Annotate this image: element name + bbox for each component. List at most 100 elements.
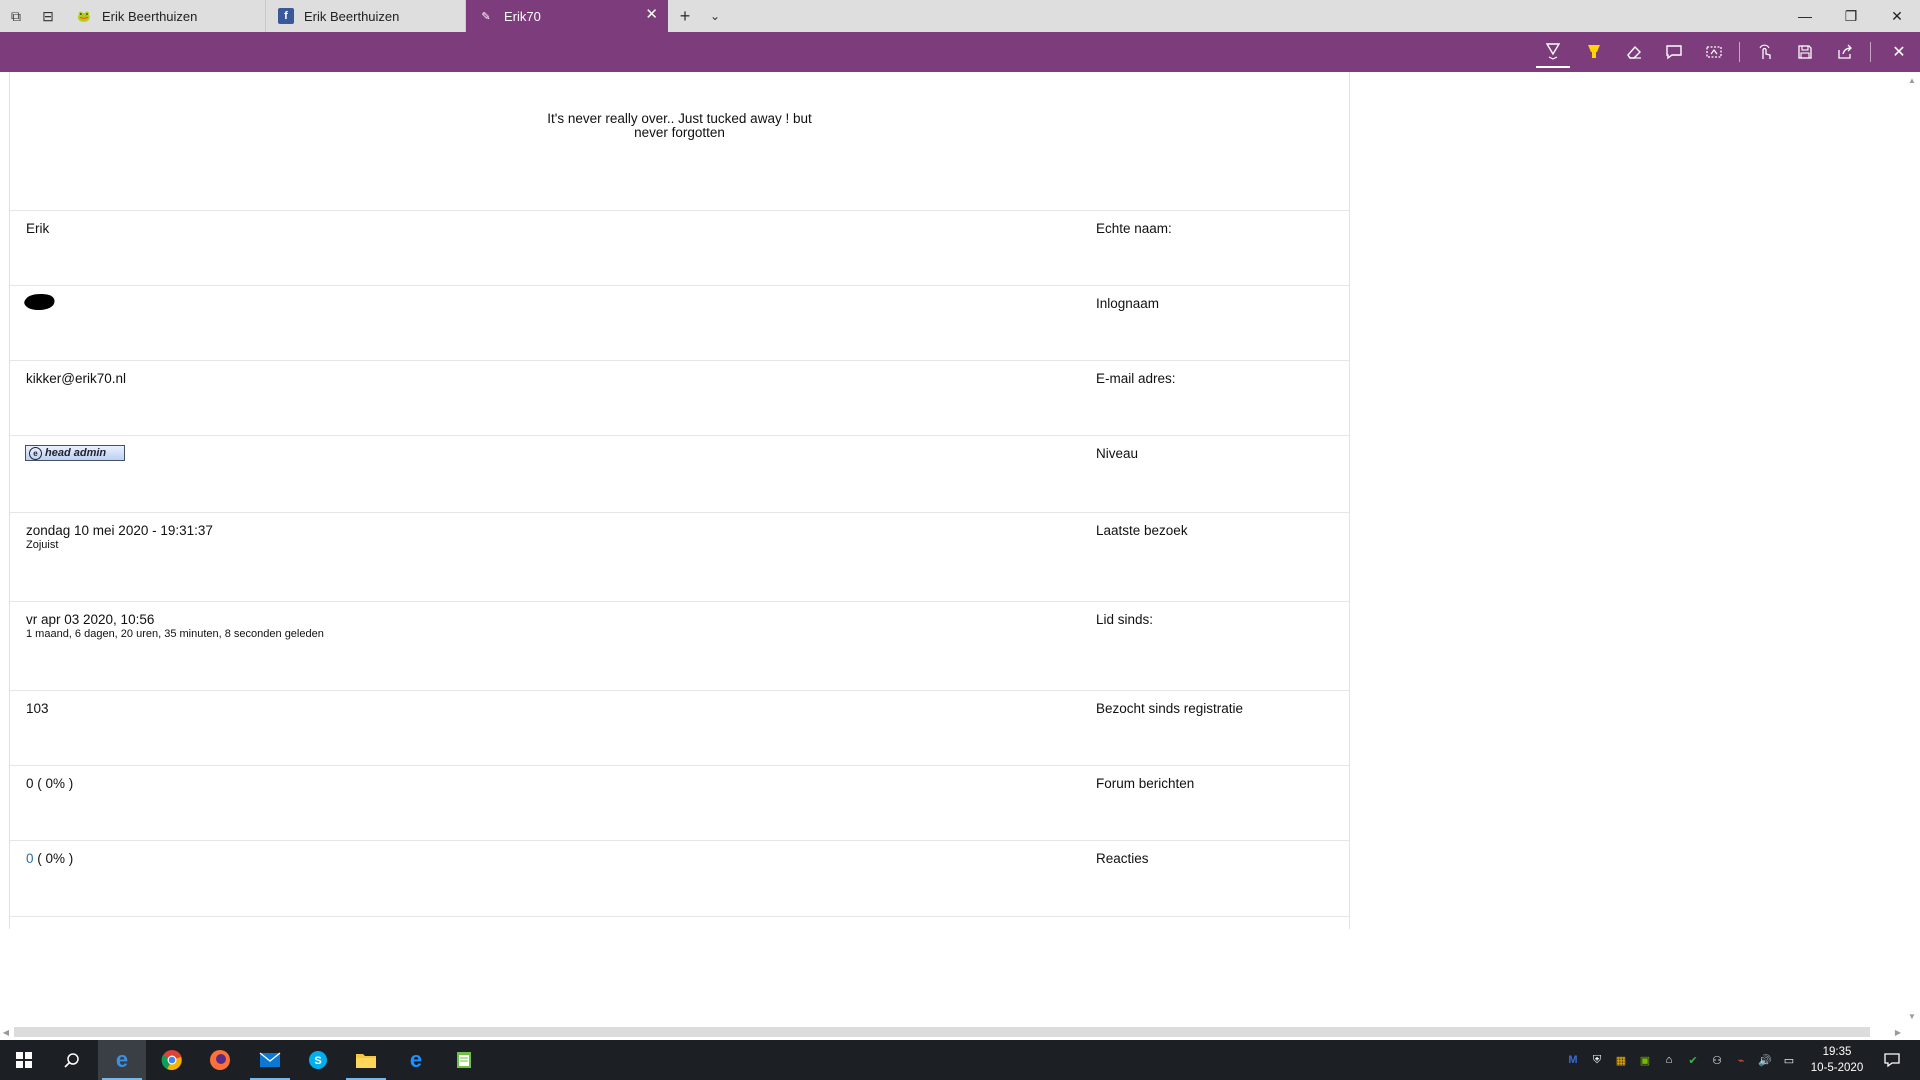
nvidia-icon[interactable]: ▣ xyxy=(1636,1051,1654,1069)
member-since-label: Lid sinds: xyxy=(1096,612,1154,627)
new-tab-icon[interactable]: + xyxy=(672,0,698,32)
table-row: zondag 10 mei 2020 - 19:31:37 Zojuist La… xyxy=(10,512,1349,602)
tab-erik70[interactable]: ✎ Erik70 ✕ xyxy=(466,0,668,32)
tab-title: Erik70 xyxy=(504,8,541,24)
save-icon[interactable] xyxy=(1788,36,1822,68)
scroll-up-icon[interactable]: ▲ xyxy=(1906,74,1918,86)
toolbar-separator xyxy=(1870,42,1871,62)
rank-badge: e head admin xyxy=(25,445,125,461)
notepad-icon[interactable] xyxy=(440,1040,488,1080)
window-close-icon[interactable]: ✕ xyxy=(1874,0,1920,32)
search-icon[interactable] xyxy=(48,1040,96,1080)
browser-tab-bar: ⧉ ⊟ 🐸 Erik Beerthuizen f Erik Beerthuize… xyxy=(0,0,1920,32)
last-visit-value: zondag 10 mei 2020 - 19:31:37 xyxy=(26,523,213,538)
chevron-down-icon[interactable]: ⌄ xyxy=(702,0,728,32)
restore-icon[interactable]: ❐ xyxy=(1828,0,1874,32)
table-row: 0 ( 0% ) Reacties xyxy=(10,840,1349,917)
reactions-percent: ( 0% ) xyxy=(33,851,74,866)
eraser-icon[interactable] xyxy=(1617,36,1651,68)
tabs-aside-icon[interactable]: ⧉ xyxy=(0,0,32,32)
forum-posts-value: 0 ( 0% ) xyxy=(26,776,74,791)
toolbar-separator xyxy=(1739,42,1740,62)
clip-icon[interactable] xyxy=(1697,36,1731,68)
frog-icon: 🐸 xyxy=(77,10,91,23)
tab-erik-beerthuizen-2[interactable]: f Erik Beerthuizen xyxy=(266,0,466,32)
check-icon[interactable]: ✔ xyxy=(1684,1051,1702,1069)
notification-icon[interactable] xyxy=(1872,1040,1912,1080)
start-icon[interactable] xyxy=(0,1040,48,1080)
reactions-value: 0 ( 0% ) xyxy=(26,851,73,866)
table-row: 103 Bezocht sinds registratie xyxy=(10,690,1349,766)
reactions-label: Reacties xyxy=(1096,851,1149,866)
share-icon[interactable] xyxy=(1828,36,1862,68)
mail-icon[interactable] xyxy=(246,1040,294,1080)
table-row: kikker@erik70.nl E-mail adres: xyxy=(10,360,1349,436)
chrome-icon[interactable] xyxy=(148,1040,196,1080)
page-content: It's never really over.. Just tucked awa… xyxy=(0,72,1920,1024)
quote-text: It's never really over.. Just tucked awa… xyxy=(547,111,812,140)
login-name-label: Inlognaam xyxy=(1096,296,1160,311)
profile-table: It's never really over.. Just tucked awa… xyxy=(9,72,1350,929)
horizontal-scroll-thumb[interactable] xyxy=(14,1027,1870,1037)
internet-explorer-icon[interactable]: e xyxy=(392,1040,440,1080)
table-row: vr apr 03 2020, 10:56 1 maand, 6 dagen, … xyxy=(10,601,1349,691)
table-row: Inlognaam xyxy=(10,285,1349,361)
annotation-toolbar: ✕ xyxy=(0,32,1920,72)
visits-label: Bezocht sinds registratie xyxy=(1096,701,1244,716)
usb-icon[interactable]: ⌂ xyxy=(1660,1051,1678,1069)
real-name-label: Echte naam: xyxy=(1096,221,1172,236)
level-label: Niveau xyxy=(1096,446,1139,461)
real-name-value: Erik xyxy=(26,221,50,236)
svg-text:S: S xyxy=(314,1055,321,1067)
touch-writing-icon[interactable] xyxy=(1748,36,1782,68)
highlighter-icon[interactable] xyxy=(1577,36,1611,68)
shield-icon[interactable]: ⛨ xyxy=(1588,1051,1606,1069)
redacted-mark xyxy=(24,294,55,310)
tray-app-icon[interactable]: M xyxy=(1564,1051,1582,1069)
add-note-icon[interactable] xyxy=(1657,36,1691,68)
close-tab-icon[interactable]: ✕ xyxy=(645,7,658,23)
windows-taskbar: e S e M ⛨ ▦ ▣ ⌂ ✔ ⚇ ⌁ 🔊 ▭ 19:35 10-5-202… xyxy=(0,1040,1920,1080)
table-row: Erik Echte naam: xyxy=(10,210,1349,286)
scroll-down-icon[interactable]: ▼ xyxy=(1906,1010,1918,1022)
pen-icon: ✎ xyxy=(481,10,491,23)
network-icon[interactable]: ▭ xyxy=(1780,1051,1798,1069)
exit-icon[interactable]: ✕ xyxy=(1882,36,1916,68)
tray-person-icon[interactable]: ⚇ xyxy=(1708,1051,1726,1069)
file-explorer-icon[interactable] xyxy=(342,1040,390,1080)
edge-icon[interactable]: e xyxy=(98,1040,146,1080)
rank-badge-icon: e xyxy=(29,446,42,460)
clock-time: 19:35 xyxy=(1822,1046,1852,1058)
rank-badge-text: head admin xyxy=(45,447,107,459)
volume-icon[interactable]: 🔊 xyxy=(1756,1051,1774,1069)
horizontal-scrollbar[interactable]: ◀ ▶ xyxy=(0,1024,1920,1040)
ballpoint-pen-icon[interactable] xyxy=(1536,36,1570,68)
forum-posts-label: Forum berichten xyxy=(1096,776,1195,791)
last-visit-sub: Zojuist xyxy=(26,539,59,551)
clock-date: 10-5-2020 xyxy=(1810,1062,1864,1074)
minimize-icon[interactable]: — xyxy=(1782,0,1828,32)
email-value: kikker@erik70.nl xyxy=(26,371,126,386)
vertical-scrollbar[interactable]: ▲ ▼ xyxy=(1904,72,1920,1024)
profile-quote: It's never really over.. Just tucked awa… xyxy=(10,112,1349,140)
reactions-link[interactable]: 0 xyxy=(26,851,34,866)
visits-value: 103 xyxy=(26,701,49,716)
tab-title: Erik Beerthuizen xyxy=(102,8,198,24)
scroll-right-icon[interactable]: ▶ xyxy=(1892,1026,1904,1038)
table-row: 0 ( 0% ) Forum berichten xyxy=(10,765,1349,841)
skype-icon[interactable]: S xyxy=(294,1040,342,1080)
tab-erik-beerthuizen-1[interactable]: 🐸 Erik Beerthuizen xyxy=(64,0,266,32)
member-since-sub: 1 maand, 6 dagen, 20 uren, 35 minuten, 8… xyxy=(26,628,324,640)
firefox-icon[interactable] xyxy=(196,1040,244,1080)
system-clock[interactable]: 19:35 10-5-2020 xyxy=(1802,1044,1872,1076)
tray-network-icon[interactable]: ⌁ xyxy=(1732,1051,1750,1069)
tray-grid-icon[interactable]: ▦ xyxy=(1612,1051,1630,1069)
email-label: E-mail adres: xyxy=(1096,371,1176,386)
tab-preview-icon[interactable]: ⊟ xyxy=(32,0,64,32)
scroll-left-icon[interactable]: ◀ xyxy=(0,1026,12,1038)
facebook-icon: f xyxy=(278,8,294,24)
tab-title: Erik Beerthuizen xyxy=(304,8,400,24)
member-since-value: vr apr 03 2020, 10:56 xyxy=(26,612,155,627)
last-visit-label: Laatste bezoek xyxy=(1096,523,1188,538)
table-row: e head admin Niveau xyxy=(10,435,1349,513)
